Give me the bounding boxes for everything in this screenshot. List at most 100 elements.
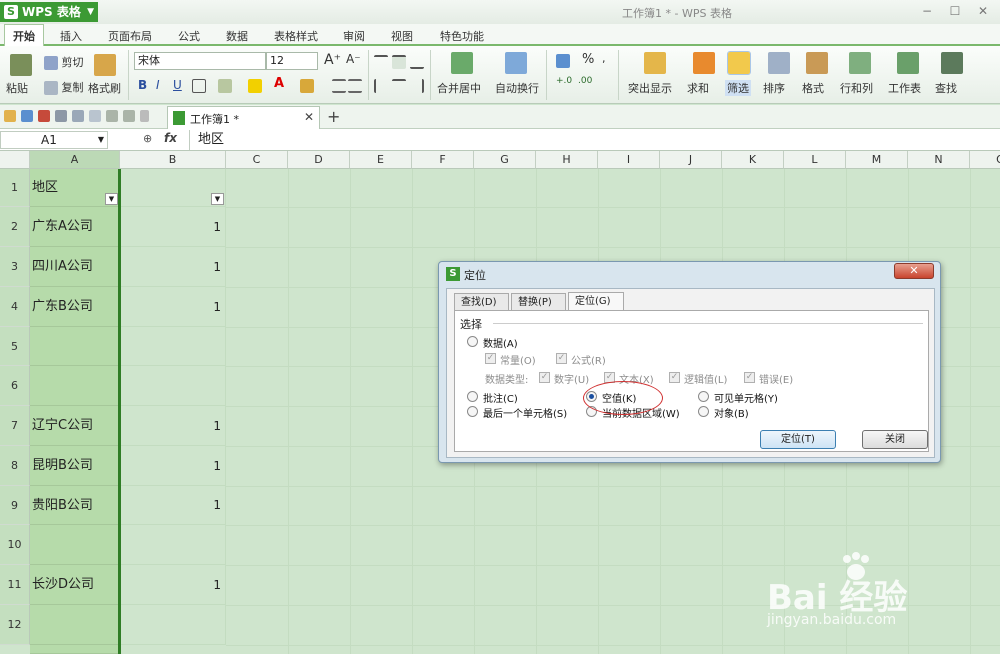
clear-format-icon[interactable] [300, 79, 314, 93]
cell-b7[interactable]: 1 [120, 406, 226, 446]
grow-font-icon[interactable]: A⁺ [324, 52, 341, 68]
col-header-c[interactable]: C [226, 151, 288, 169]
cell-b12[interactable] [120, 605, 226, 645]
radio-comment[interactable] [467, 391, 478, 402]
checkbox-error[interactable]: ✓ [744, 372, 755, 383]
find-button[interactable]: 查找 [935, 80, 957, 96]
font-select[interactable]: 宋体 [134, 52, 266, 70]
shrink-font-icon[interactable]: A⁻ [346, 52, 361, 66]
checkbox-number[interactable]: ✓ [539, 372, 550, 383]
row-header[interactable]: 4 [0, 287, 30, 327]
wrap-text-button[interactable]: 自动换行 [495, 80, 539, 96]
row-header[interactable]: 5 [0, 327, 30, 366]
menu-special[interactable]: 特色功能 [440, 28, 484, 44]
currency-icon[interactable] [556, 54, 570, 68]
dialog-close-button[interactable]: ✕ [894, 263, 934, 279]
filter-button[interactable]: 筛选 [725, 80, 751, 96]
app-menu-button[interactable]: S WPS 表格 ▼ [0, 2, 98, 22]
font-size-select[interactable]: 12 [266, 52, 318, 70]
cell-a2[interactable]: 广东A公司 [30, 207, 120, 247]
menu-insert[interactable]: 插入 [60, 28, 82, 44]
new-tab-icon[interactable]: + [327, 107, 340, 126]
sort-icon[interactable] [768, 52, 790, 74]
row-header[interactable]: 10 [0, 525, 30, 565]
underline-icon[interactable]: U [173, 78, 182, 92]
col-header-j[interactable]: J [660, 151, 722, 169]
row-col-button[interactable]: 行和列 [840, 80, 873, 96]
cell-a4[interactable]: 广东B公司 [30, 287, 120, 327]
indent-increase-icon[interactable] [348, 79, 362, 93]
cell-a6[interactable] [30, 366, 120, 406]
format-painter-icon[interactable] [94, 54, 116, 76]
cell-a3[interactable]: 四川A公司 [30, 247, 120, 287]
col-header-l[interactable]: L [784, 151, 846, 169]
format-icon[interactable] [806, 52, 828, 74]
maximize-icon[interactable]: ☐ [944, 3, 966, 20]
cell-a13[interactable] [30, 645, 120, 654]
close-window-icon[interactable]: ✕ [972, 3, 994, 20]
cell-a9[interactable]: 贵阳B公司 [30, 486, 120, 525]
menu-review[interactable]: 审阅 [343, 28, 365, 44]
cell-a7[interactable]: 辽宁C公司 [30, 406, 120, 446]
close-tab-icon[interactable]: ✕ [304, 110, 314, 124]
row-header[interactable]: 11 [0, 565, 30, 605]
paste-button[interactable]: 粘贴 [6, 80, 28, 96]
print-preview-icon[interactable] [72, 110, 84, 122]
minimize-icon[interactable]: − [916, 3, 938, 20]
row-header[interactable]: 9 [0, 486, 30, 525]
row-header[interactable]: 7 [0, 406, 30, 446]
row-header[interactable]: 8 [0, 446, 30, 486]
radio-visible[interactable] [698, 391, 709, 402]
find-binoculars-icon[interactable] [941, 52, 963, 74]
checkbox-constant[interactable]: ✓ [485, 353, 496, 364]
align-top-icon[interactable] [374, 55, 388, 69]
tab-find[interactable]: 查找(D) [454, 293, 509, 311]
highlight-button[interactable]: 突出显示 [628, 80, 672, 96]
redo-icon[interactable] [123, 110, 135, 122]
paste-icon[interactable] [10, 54, 32, 76]
checkbox-formula[interactable]: ✓ [556, 353, 567, 364]
col-header-f[interactable]: F [412, 151, 474, 169]
menu-page-layout[interactable]: 页面布局 [108, 28, 152, 44]
align-right-icon[interactable] [410, 79, 424, 93]
menu-formula[interactable]: 公式 [178, 28, 200, 44]
menu-home[interactable]: 开始 [4, 24, 44, 46]
pdf-icon[interactable] [38, 110, 50, 122]
font-color-icon[interactable]: A [274, 76, 284, 91]
undo-icon[interactable] [106, 110, 118, 122]
border-icon[interactable] [192, 79, 206, 93]
merge-center-icon[interactable] [451, 52, 473, 74]
align-bottom-icon[interactable] [410, 55, 424, 69]
menu-view[interactable]: 视图 [391, 28, 413, 44]
cell-a12[interactable] [30, 605, 120, 645]
tab-replace[interactable]: 替换(P) [511, 293, 566, 311]
col-header-k[interactable]: K [722, 151, 784, 169]
fill-color-icon[interactable] [248, 79, 262, 93]
col-header-d[interactable]: D [288, 151, 350, 169]
decrease-decimal-icon[interactable]: .00 [578, 76, 592, 86]
col-header-e[interactable]: E [350, 151, 412, 169]
zoom-search-icon[interactable]: ⊕ [143, 132, 152, 145]
wrap-text-icon[interactable] [505, 52, 527, 74]
copy-button[interactable]: 复制 [44, 79, 84, 95]
row-header[interactable]: 12 [0, 605, 30, 645]
name-box[interactable]: A1 ▼ [0, 131, 108, 149]
format-button[interactable]: 格式 [802, 80, 824, 96]
checkbox-logical[interactable]: ✓ [669, 372, 680, 383]
col-header-i[interactable]: I [598, 151, 660, 169]
sort-button[interactable]: 排序 [763, 80, 785, 96]
cell-b8[interactable]: 1 [120, 446, 226, 486]
bold-icon[interactable]: B [138, 78, 147, 92]
sum-button[interactable]: 求和 [687, 80, 709, 96]
highlight-icon[interactable] [644, 52, 666, 74]
increase-decimal-icon[interactable]: +.0 [556, 76, 572, 86]
chevron-down-icon[interactable]: ▼ [98, 132, 104, 148]
col-header-b[interactable]: B [120, 151, 226, 169]
cell-b6[interactable] [120, 366, 226, 406]
menu-data[interactable]: 数据 [226, 28, 248, 44]
customize-dropdown-icon[interactable] [140, 110, 149, 122]
menu-table-style[interactable]: 表格样式 [274, 28, 318, 44]
cell-style-icon[interactable] [218, 79, 232, 93]
italic-icon[interactable]: I [156, 78, 160, 92]
sum-icon[interactable] [693, 52, 715, 74]
